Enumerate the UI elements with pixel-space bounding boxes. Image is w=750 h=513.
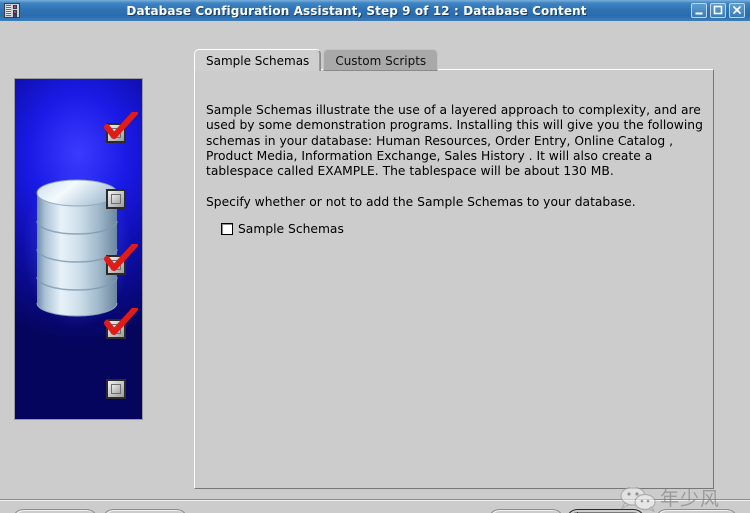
- database-illustration: [14, 78, 143, 420]
- close-button[interactable]: [729, 3, 745, 18]
- sample-schemas-checkbox-label: Sample Schemas: [238, 222, 344, 236]
- title-bar: Database Configuration Assistant, Step 9…: [0, 0, 750, 22]
- tab-content-panel: Sample Schemas illustrate the use of a l…: [194, 69, 714, 489]
- help-button[interactable]: Help: [102, 509, 188, 513]
- window-body: Sample Schemas Custom Scripts Sample Sch…: [0, 21, 750, 513]
- illustration-marker-5: [106, 379, 126, 399]
- button-bar-separator: [0, 499, 750, 501]
- tab-strip: Sample Schemas Custom Scripts: [194, 48, 439, 71]
- database-assistant-icon: [4, 3, 20, 18]
- illustration-marker-3: [104, 244, 138, 275]
- illustration-marker-4: [104, 308, 138, 339]
- instruction-paragraph: Specify whether or not to add the Sample…: [206, 195, 636, 209]
- back-button[interactable]: « Back: [488, 509, 564, 513]
- cancel-button[interactable]: Cancel: [12, 509, 98, 513]
- illustration-marker-1: [104, 112, 138, 143]
- description-paragraph: Sample Schemas illustrate the use of a l…: [206, 103, 703, 179]
- illustration-marker-2: [106, 189, 126, 209]
- minimize-button[interactable]: [691, 3, 707, 18]
- next-button[interactable]: Next »: [566, 509, 645, 513]
- tab-sample-schemas[interactable]: Sample Schemas: [194, 49, 322, 71]
- finish-button[interactable]: Finish: [655, 509, 738, 513]
- maximize-button[interactable]: [710, 3, 726, 18]
- sample-schemas-checkbox-row[interactable]: Sample Schemas: [221, 222, 344, 236]
- database-configuration-assistant-window: Database Configuration Assistant, Step 9…: [0, 0, 750, 513]
- window-title: Database Configuration Assistant, Step 9…: [126, 3, 587, 18]
- tab-custom-scripts[interactable]: Custom Scripts: [323, 49, 439, 71]
- sample-schemas-checkbox[interactable]: [221, 223, 233, 235]
- window-controls: [691, 3, 745, 18]
